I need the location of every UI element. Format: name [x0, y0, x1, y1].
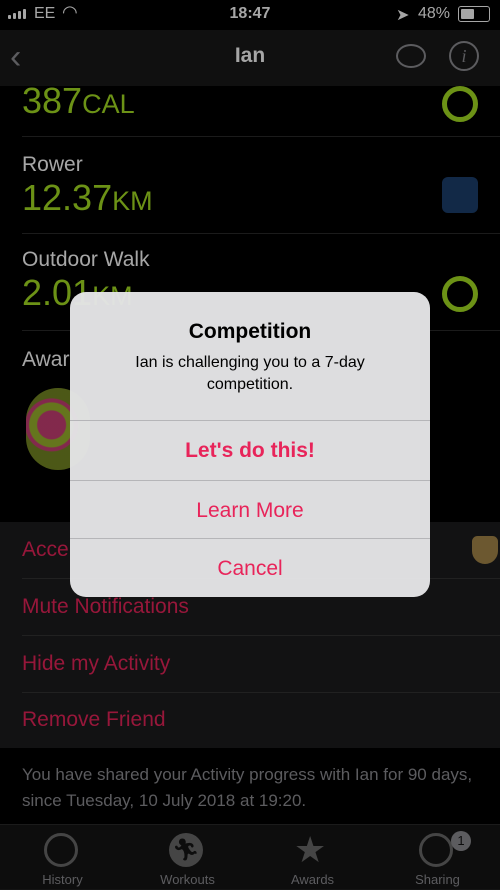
learn-more-button[interactable]: Learn More	[70, 480, 430, 540]
cancel-button[interactable]: Cancel	[70, 538, 430, 597]
alert-message: Ian is challenging you to a 7-day compet…	[135, 354, 365, 393]
accept-challenge-button[interactable]: Let's do this!	[70, 420, 430, 480]
alert-title: Competition	[188, 320, 312, 343]
competition-alert: Competition Ian is challenging you to a …	[70, 292, 430, 597]
